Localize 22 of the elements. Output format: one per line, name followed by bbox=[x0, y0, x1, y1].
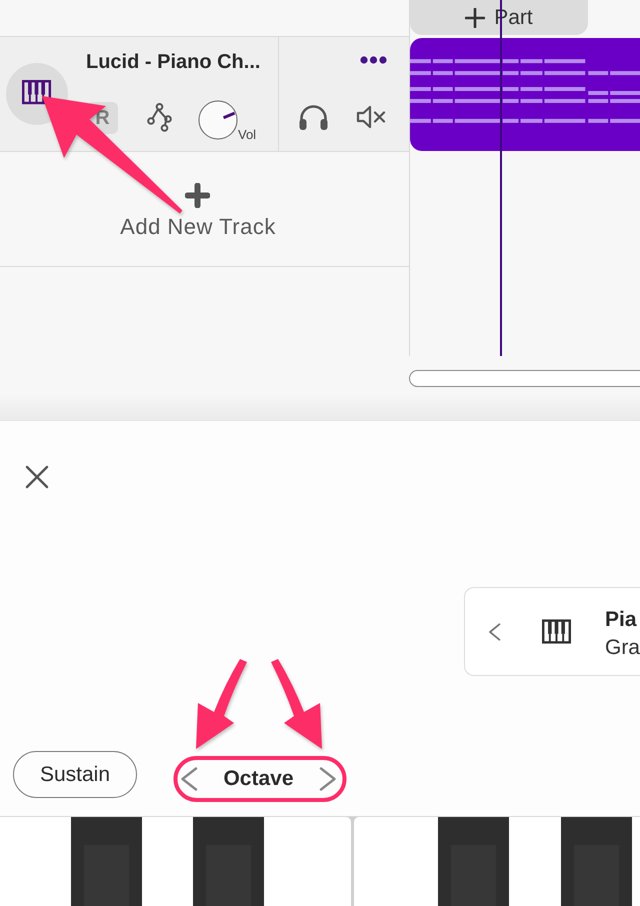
chevron-right-icon[interactable] bbox=[318, 767, 337, 791]
plus-icon bbox=[465, 8, 486, 28]
more-icon[interactable] bbox=[360, 56, 387, 64]
chevron-left-icon[interactable] bbox=[180, 767, 198, 791]
volume-label: Vol bbox=[238, 128, 256, 142]
instrument-name: Pia bbox=[604, 607, 638, 633]
instrument-selector[interactable]: Pia Gra bbox=[464, 587, 640, 676]
nodes-icon[interactable] bbox=[147, 102, 173, 132]
volume-knob[interactable] bbox=[198, 100, 238, 140]
add-track-button[interactable]: Add New Track bbox=[120, 183, 276, 240]
plus-icon bbox=[185, 183, 210, 208]
chevron-left-icon[interactable] bbox=[488, 620, 501, 642]
sustain-button[interactable]: Sustain bbox=[13, 751, 137, 798]
track-name: Lucid - Piano Ch... bbox=[86, 50, 260, 74]
close-icon[interactable] bbox=[25, 465, 49, 489]
midi-clip[interactable] bbox=[410, 38, 640, 151]
octave-label: Octave bbox=[223, 767, 294, 791]
instrument-preset: Gra bbox=[604, 635, 640, 661]
horizontal-scrollbar[interactable] bbox=[409, 370, 640, 387]
headphones-icon[interactable] bbox=[298, 104, 329, 130]
piano-icon bbox=[542, 619, 571, 644]
speaker-mute-icon[interactable] bbox=[356, 104, 386, 130]
